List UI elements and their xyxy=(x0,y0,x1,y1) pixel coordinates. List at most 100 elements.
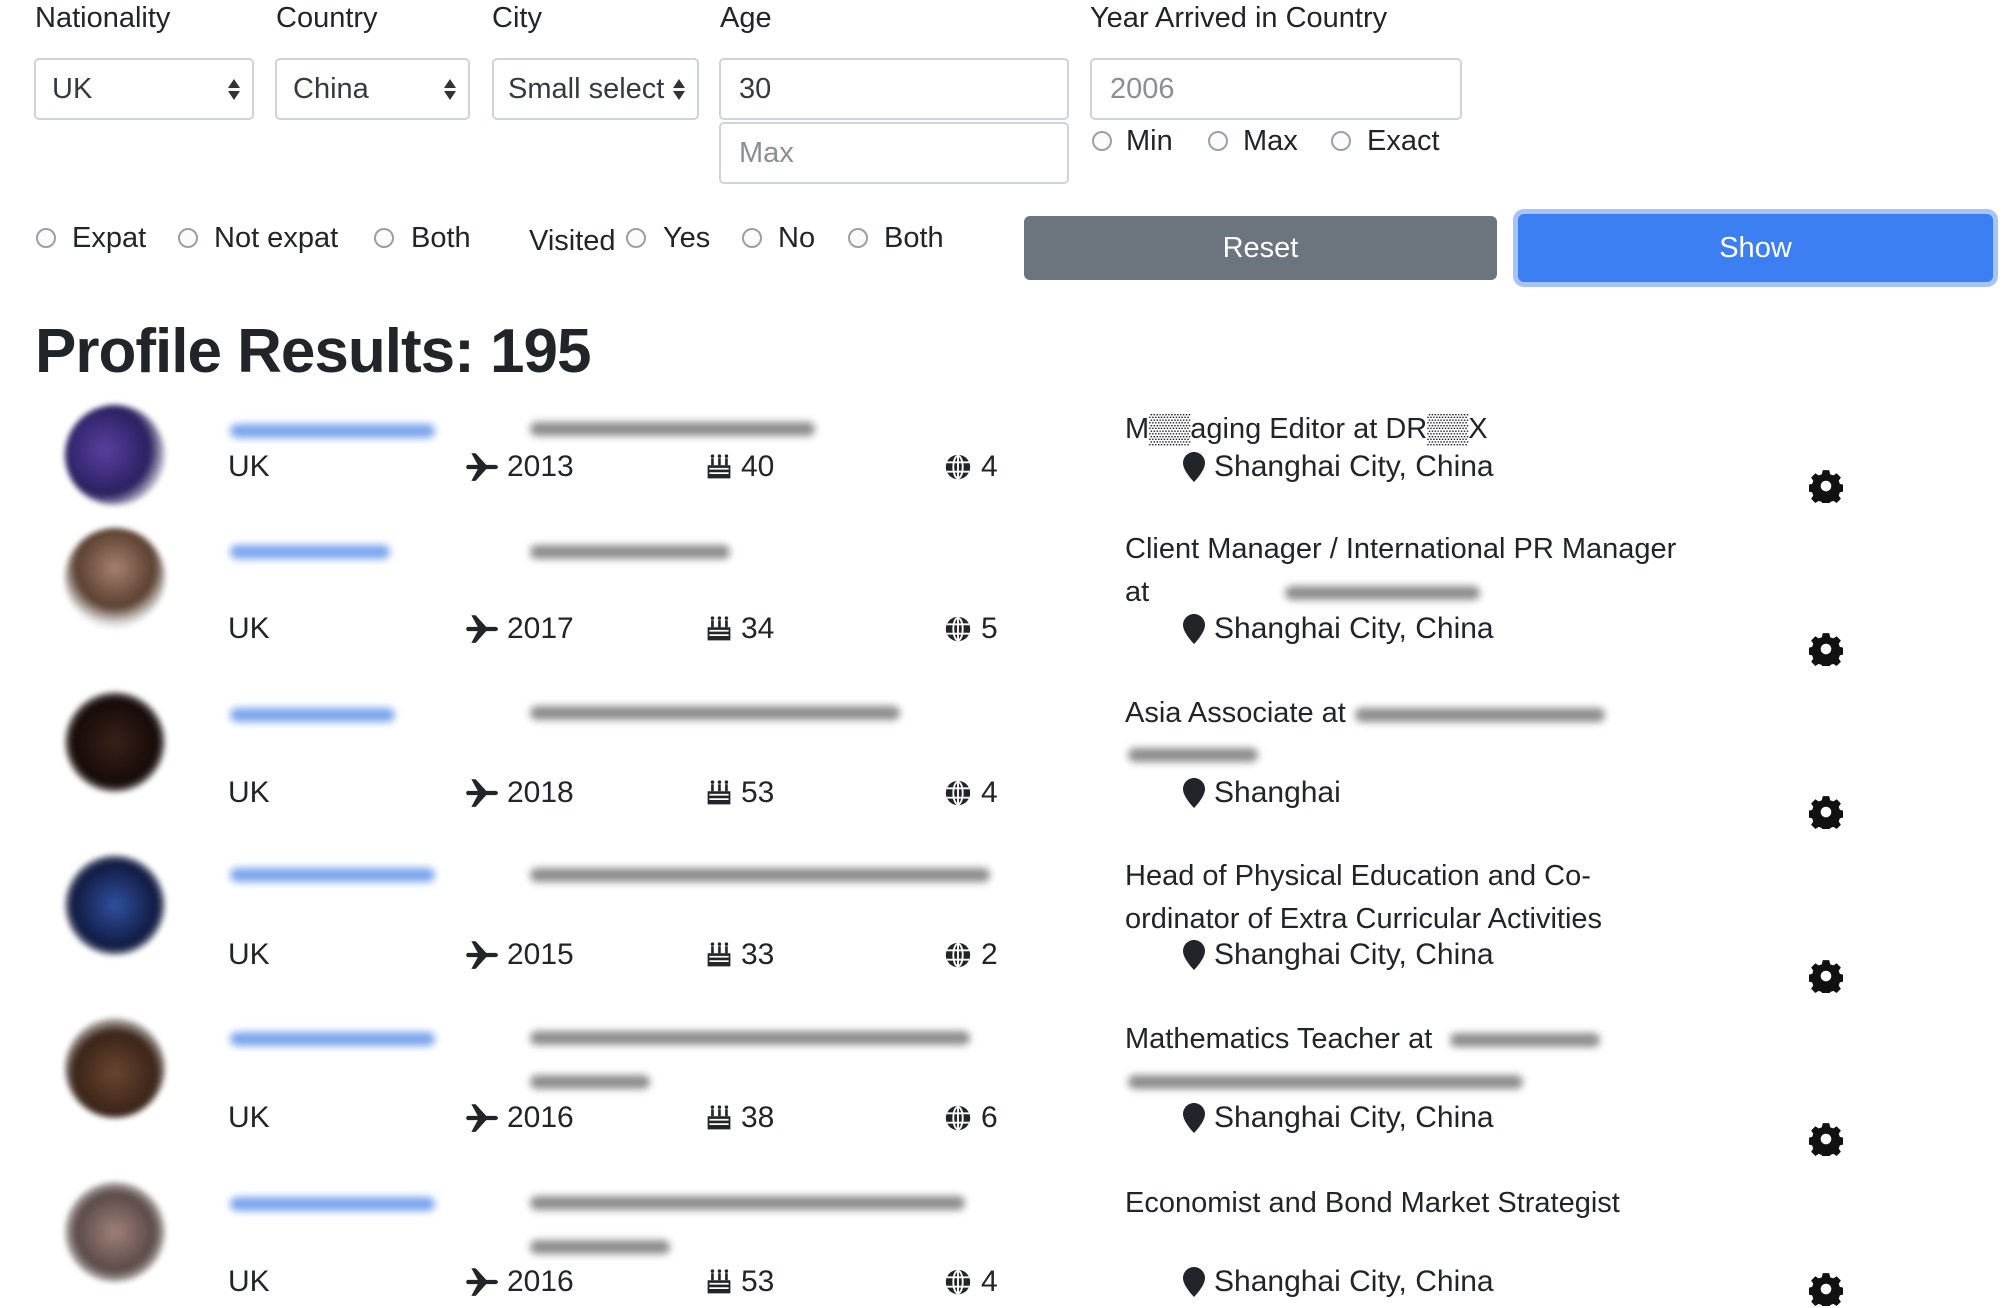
avatar xyxy=(65,405,165,505)
country-select[interactable]: China xyxy=(275,58,470,120)
gear-icon[interactable] xyxy=(1809,1122,1843,1156)
visited-no-radio[interactable] xyxy=(742,228,762,248)
city-label: City xyxy=(492,2,542,34)
location: Shanghai City, China xyxy=(1182,1265,1494,1299)
profile-company xyxy=(530,545,730,559)
globe-icon xyxy=(943,1103,973,1133)
arrived-year: 2016 xyxy=(465,1101,574,1135)
expat-both-radio[interactable] xyxy=(374,228,394,248)
year-exact-label: Exact xyxy=(1367,125,1440,157)
birthday-cake-icon xyxy=(705,778,733,808)
plane-icon xyxy=(465,938,499,972)
birthday-cake-icon xyxy=(705,940,733,970)
arrived-year: 2016 xyxy=(465,1265,574,1299)
select-arrows-icon xyxy=(226,60,242,118)
nationality-value: UK xyxy=(228,1101,270,1134)
languages-count: 6 xyxy=(943,1101,998,1135)
show-button[interactable]: Show xyxy=(1518,214,1993,282)
age-value: 34 xyxy=(705,612,774,646)
age-label: Age xyxy=(720,2,772,34)
plane-icon xyxy=(465,776,499,810)
age-value: 33 xyxy=(705,938,774,972)
age-max-input[interactable]: Max xyxy=(719,122,1069,184)
plane-icon xyxy=(465,1265,499,1299)
profile-name-link[interactable] xyxy=(230,868,435,882)
arrived-year: 2018 xyxy=(465,776,574,810)
profile-name-link[interactable] xyxy=(230,708,395,722)
age-min-input[interactable]: 30 xyxy=(719,58,1069,120)
results-title: Profile Results: 195 xyxy=(35,317,591,386)
languages-count: 5 xyxy=(943,612,998,646)
languages-count: 2 xyxy=(943,938,998,972)
not-expat-label: Not expat xyxy=(214,222,339,254)
select-arrows-icon xyxy=(442,60,458,118)
nationality-value: UK xyxy=(228,1265,270,1298)
languages-count: 4 xyxy=(943,776,998,810)
profile-company xyxy=(530,422,815,436)
location: Shanghai City, China xyxy=(1182,450,1494,484)
gear-icon[interactable] xyxy=(1809,632,1843,666)
select-arrows-icon xyxy=(671,60,687,118)
gear-icon[interactable] xyxy=(1809,959,1843,993)
plane-icon xyxy=(465,612,499,646)
profile-name-link[interactable] xyxy=(230,545,390,559)
not-expat-radio[interactable] xyxy=(178,228,198,248)
visited-both-radio[interactable] xyxy=(848,228,868,248)
location: Shanghai City, China xyxy=(1182,938,1494,972)
job-company-blurred xyxy=(1450,1033,1600,1047)
location: Shanghai City, China xyxy=(1182,612,1494,646)
arrived-year: 2017 xyxy=(465,612,574,646)
profile-company xyxy=(530,706,900,720)
map-marker-icon xyxy=(1182,1266,1206,1298)
nationality-value: UK xyxy=(228,450,270,483)
age-value: 40 xyxy=(705,450,774,484)
location: Shanghai xyxy=(1182,776,1341,810)
profile-name-link[interactable] xyxy=(230,1032,435,1046)
city-select-value: Small select xyxy=(508,73,665,105)
job-company-blurred xyxy=(1355,708,1605,722)
age-value: 53 xyxy=(705,776,774,810)
birthday-cake-icon xyxy=(705,1267,733,1297)
gear-icon[interactable] xyxy=(1809,795,1843,829)
job-company-blurred xyxy=(1285,586,1480,600)
location: Shanghai City, China xyxy=(1182,1101,1494,1135)
arrived-year: 2015 xyxy=(465,938,574,972)
gear-icon[interactable] xyxy=(1809,1272,1843,1306)
map-marker-icon xyxy=(1182,939,1206,971)
job-title: M▒▒aging Editor at DR▒▒X xyxy=(1125,413,1488,445)
year-exact-radio[interactable] xyxy=(1331,131,1351,151)
globe-icon xyxy=(943,778,973,808)
nationality-value: UK xyxy=(228,938,270,971)
map-marker-icon xyxy=(1182,1102,1206,1134)
profile-company xyxy=(530,1075,650,1089)
job-company-blurred xyxy=(1128,1075,1523,1089)
map-marker-icon xyxy=(1182,613,1206,645)
city-select[interactable]: Small select xyxy=(492,58,699,120)
job-company-blurred xyxy=(1128,748,1258,762)
profile-name-link[interactable] xyxy=(230,1197,435,1211)
avatar xyxy=(65,855,165,955)
job-title: Economist and Bond Market Strategist xyxy=(1125,1187,1620,1219)
year-min-radio[interactable] xyxy=(1092,131,1112,151)
gear-icon[interactable] xyxy=(1809,469,1843,503)
nationality-select-value: UK xyxy=(52,73,93,105)
visited-yes-radio[interactable] xyxy=(626,228,646,248)
avatar xyxy=(65,1182,165,1282)
year-max-label: Max xyxy=(1243,125,1298,157)
job-title: Head of Physical Education and Co-ordina… xyxy=(1125,860,1603,935)
birthday-cake-icon xyxy=(705,614,733,644)
year-arrived-input[interactable]: 2006 xyxy=(1090,58,1462,120)
plane-icon xyxy=(465,450,499,484)
year-max-radio[interactable] xyxy=(1208,131,1228,151)
age-value: 38 xyxy=(705,1101,774,1135)
visited-yes-label: Yes xyxy=(663,222,711,254)
reset-button[interactable]: Reset xyxy=(1024,216,1497,280)
map-marker-icon xyxy=(1182,451,1206,483)
avatar xyxy=(65,528,165,628)
globe-icon xyxy=(943,940,973,970)
profile-company xyxy=(530,868,990,882)
profile-company xyxy=(530,1031,970,1045)
profile-name-link[interactable] xyxy=(230,424,435,438)
expat-radio[interactable] xyxy=(36,228,56,248)
nationality-select[interactable]: UK xyxy=(34,58,254,120)
